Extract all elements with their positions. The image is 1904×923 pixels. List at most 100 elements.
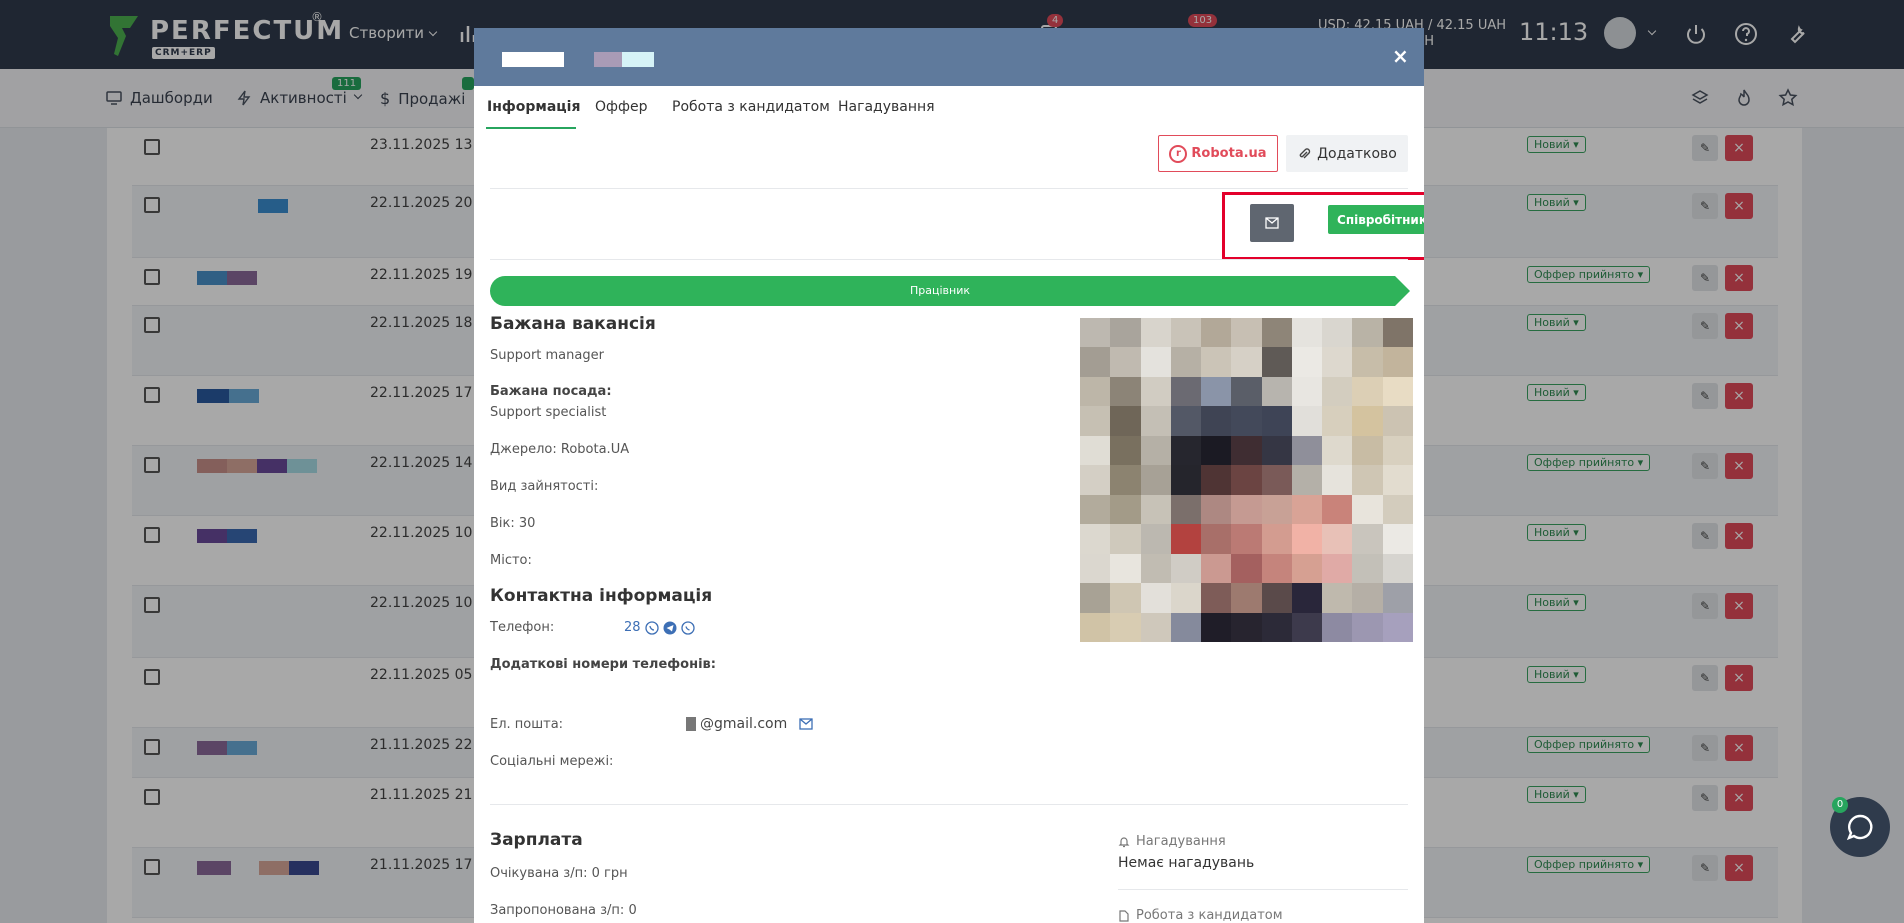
email-label: Ел. пошта: (490, 717, 564, 732)
photo-pixel (1231, 347, 1262, 377)
email-value-group: @gmail.com (686, 716, 813, 732)
photo-pixel (1110, 524, 1141, 554)
send-email-button[interactable] (1250, 204, 1294, 242)
robota-button-label: Robota.ua (1191, 146, 1267, 161)
photo-pixel (1201, 524, 1232, 554)
photo-pixel (1352, 318, 1383, 348)
chat-bubble-icon (1846, 814, 1873, 841)
photo-pixel (1382, 435, 1413, 466)
photo-pixel (1231, 435, 1262, 466)
photo-pixel (1140, 406, 1171, 436)
photo-pixel (1261, 347, 1292, 377)
divider (1118, 889, 1408, 890)
photo-pixel (1140, 494, 1171, 525)
photo-pixel (1170, 524, 1202, 554)
photo-pixel (1291, 318, 1323, 348)
photo-pixel (1170, 494, 1202, 525)
photo-pixel (1261, 318, 1292, 348)
tab-candidate-work[interactable]: Робота з кандидатом (672, 99, 830, 115)
photo-pixel (1201, 347, 1232, 377)
photo-pixel (1261, 583, 1292, 613)
photo-pixel (1140, 524, 1171, 554)
photo-pixel (1291, 583, 1323, 613)
photo-pixel (1201, 376, 1232, 407)
photo-pixel (1110, 553, 1141, 584)
photo-pixel (1110, 465, 1141, 495)
photo-pixel (1140, 435, 1171, 466)
photo-pixel (1322, 347, 1353, 377)
photo-pixel (1170, 583, 1202, 613)
photo-pixel (1382, 347, 1413, 377)
pipeline-stage-label: Працівник (909, 284, 970, 297)
telegram-icon[interactable] (663, 621, 677, 635)
photo-pixel (1201, 583, 1232, 613)
photo-pixel (1140, 612, 1171, 642)
photo-pixel (1261, 406, 1292, 436)
extra-button-label: Додатково (1317, 145, 1397, 162)
photo-pixel (1170, 376, 1202, 407)
photo-pixel (1201, 494, 1232, 525)
photo-pixel (1080, 435, 1111, 466)
photo-pixel (1382, 465, 1413, 495)
photo-pixel (1080, 347, 1111, 377)
photo-pixel (1261, 553, 1292, 584)
modal-close-button[interactable]: × (1392, 44, 1409, 68)
photo-pixel (1322, 406, 1353, 436)
photo-pixel (1170, 318, 1202, 348)
photo-pixel (1080, 406, 1111, 436)
whatsapp-icon[interactable] (680, 620, 695, 635)
photo-pixel (1352, 583, 1383, 613)
photo-pixel (1352, 435, 1383, 466)
photo-pixel (1322, 583, 1353, 613)
phone-value[interactable]: 28 (624, 620, 641, 635)
offered-salary: Запропонована з/п: 0 (490, 903, 637, 918)
contact-title: Контактна інформація (490, 586, 713, 606)
tab-offer[interactable]: Оффер (595, 99, 647, 115)
envelope-icon[interactable] (799, 718, 813, 730)
photo-pixel (1322, 524, 1353, 554)
photo-pixel (1231, 524, 1262, 554)
reminders-value: Немає нагадувань (1118, 855, 1255, 871)
chat-unread-count: 0 (1832, 797, 1848, 813)
position-label: Бажана посада: (490, 384, 612, 399)
photo-pixel (1170, 465, 1202, 495)
candidate-name-redacted (502, 52, 564, 67)
photo-pixel (1261, 524, 1292, 554)
salary-title: Зарплата (490, 830, 583, 850)
photo-pixel (1110, 494, 1141, 525)
photo-pixel (1291, 347, 1323, 377)
photo-pixel (1080, 494, 1111, 525)
photo-pixel (1322, 553, 1353, 584)
candidate-photo-pixelated (1080, 318, 1413, 642)
candidate-name-redacted-3 (622, 52, 654, 67)
bell-icon (1118, 836, 1130, 847)
photo-pixel (1261, 494, 1292, 525)
photo-pixel (1291, 465, 1323, 495)
photo-pixel (1201, 553, 1232, 584)
city-field: Місто: (490, 553, 532, 568)
tab-reminders[interactable]: Нагадування (838, 99, 935, 115)
photo-pixel (1140, 465, 1171, 495)
viber-icon[interactable] (644, 620, 659, 635)
robota-ua-button[interactable]: r Robota.ua (1158, 135, 1278, 172)
photo-pixel (1170, 435, 1202, 466)
photo-pixel (1110, 406, 1141, 436)
photo-pixel (1291, 553, 1323, 584)
photo-pixel (1291, 376, 1323, 407)
robota-logo-icon: r (1169, 144, 1188, 163)
photo-pixel (1080, 583, 1111, 613)
photo-pixel (1231, 583, 1262, 613)
photo-pixel (1382, 494, 1413, 525)
photo-pixel (1352, 612, 1383, 642)
photo-pixel (1080, 318, 1111, 348)
social-label: Соціальні мережі: (490, 754, 614, 769)
photo-pixel (1382, 524, 1413, 554)
photo-pixel (1261, 612, 1292, 642)
photo-pixel (1080, 465, 1111, 495)
active-tab-indicator (486, 127, 576, 129)
email-value[interactable]: @gmail.com (700, 716, 787, 732)
extra-phones-label: Додаткові номери телефонів: (490, 657, 716, 672)
extra-button[interactable]: Додатково (1286, 135, 1408, 172)
tab-information[interactable]: Інформація (487, 99, 580, 115)
photo-pixel (1291, 435, 1323, 466)
